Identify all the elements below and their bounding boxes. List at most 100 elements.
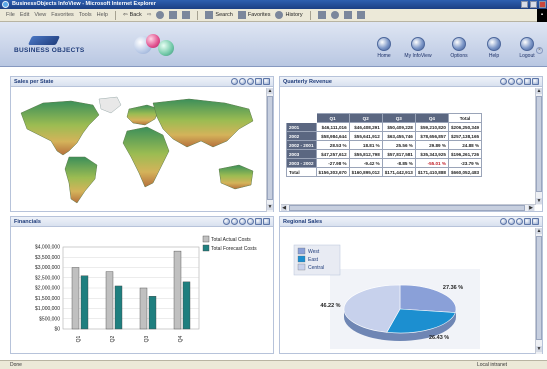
scroll-down-icon[interactable]: ▼: [267, 204, 273, 210]
panel-edit-icon[interactable]: [231, 218, 238, 225]
y-tick-label: $2,500,000: [35, 275, 60, 281]
column-header[interactable]: Q4: [414, 113, 449, 123]
panel-help-icon[interactable]: [516, 218, 523, 225]
forward-arrow-icon[interactable]: ⇨: [147, 12, 152, 18]
bar-actual-q1[interactable]: [71, 267, 80, 330]
panel-help-icon[interactable]: [239, 218, 246, 225]
panel-minimize-icon[interactable]: [524, 78, 531, 85]
scroll-thumb[interactable]: [536, 96, 542, 192]
scroll-thumb[interactable]: [289, 205, 525, 211]
map-africa[interactable]: [122, 126, 170, 188]
ie-logo-icon: [2, 1, 9, 8]
stop-icon[interactable]: [156, 11, 165, 19]
mail-icon[interactable]: [317, 11, 326, 19]
map-australia[interactable]: [218, 164, 254, 190]
bar-actual-q2[interactable]: [105, 271, 114, 330]
menu-file[interactable]: File: [6, 12, 15, 18]
map-greenland[interactable]: [98, 96, 122, 114]
panel-minimize-icon[interactable]: [255, 218, 262, 225]
home-browser-icon[interactable]: [182, 11, 191, 19]
scroll-up-icon[interactable]: ▲: [536, 228, 542, 234]
panel-refresh-icon[interactable]: [500, 78, 507, 85]
scroll-thumb[interactable]: [536, 236, 542, 340]
nav-my-infoview[interactable]: My InfoView: [400, 37, 436, 59]
row-header[interactable]: 2003: [286, 149, 317, 159]
panel-info-icon[interactable]: [247, 218, 254, 225]
scroll-left-icon[interactable]: ◀: [281, 205, 287, 211]
business-objects-logo[interactable]: BUSINESS OBJECTS: [14, 36, 94, 56]
menu-favorites[interactable]: Favorites: [51, 12, 74, 18]
column-header[interactable]: Total: [447, 113, 483, 123]
panel-edit-icon[interactable]: [508, 218, 515, 225]
menu-tools[interactable]: Tools: [79, 12, 92, 18]
nav-help[interactable]: Help: [476, 37, 512, 59]
bar-actual-q4[interactable]: [173, 250, 182, 330]
maximize-button[interactable]: [530, 1, 537, 8]
favorites-button[interactable]: Favorites: [237, 11, 270, 19]
scroll-up-icon[interactable]: ▲: [267, 88, 273, 94]
pie-vertical-scrollbar[interactable]: ▲ ▼: [535, 228, 542, 354]
map-asia[interactable]: [152, 98, 254, 148]
close-portal-icon[interactable]: ×: [536, 47, 543, 54]
bar-forecast-q3[interactable]: [148, 295, 157, 330]
bar-forecast-q4[interactable]: [182, 281, 191, 330]
panel-edit-icon[interactable]: [239, 78, 246, 85]
scroll-up-icon[interactable]: ▲: [536, 88, 542, 94]
regional-sales-pie-chart[interactable]: 27.36 % 26.43 % 46.22 % West East Central: [280, 229, 530, 353]
back-button[interactable]: ⇦ Back: [123, 12, 142, 18]
menu-view[interactable]: View: [34, 12, 46, 18]
panel-minimize-icon[interactable]: [524, 218, 531, 225]
search-button[interactable]: Search: [205, 11, 233, 19]
scroll-thumb[interactable]: [267, 96, 273, 200]
history-button[interactable]: History: [275, 11, 303, 19]
map-vertical-scrollbar[interactable]: ▲ ▼: [266, 88, 273, 212]
panel-maximize-icon[interactable]: [532, 218, 539, 225]
decorative-orb-icon: [158, 40, 174, 56]
bar-forecast-q1[interactable]: [80, 275, 89, 330]
bar-forecast-q2[interactable]: [114, 285, 123, 330]
panel-refresh-icon[interactable]: [231, 78, 238, 85]
table-horizontal-scrollbar[interactable]: ◀ ▶: [281, 204, 535, 211]
panel-controls: [231, 78, 270, 85]
world-map[interactable]: [13, 95, 265, 207]
minimize-button[interactable]: [521, 1, 528, 8]
panel-maximize-icon[interactable]: [532, 78, 539, 85]
scroll-down-icon[interactable]: ▼: [536, 346, 542, 352]
panel-help-icon[interactable]: [516, 78, 523, 85]
x-tick-label: Q2: [110, 335, 116, 342]
table-vertical-scrollbar[interactable]: ▲ ▼: [535, 88, 542, 205]
panel-help-icon[interactable]: [247, 78, 254, 85]
discuss-icon[interactable]: [356, 11, 365, 19]
scroll-right-icon[interactable]: ▶: [528, 205, 534, 211]
panel-minimize-icon[interactable]: [255, 78, 262, 85]
panel-refresh-icon[interactable]: [223, 218, 230, 225]
column-header[interactable]: Q1: [315, 113, 350, 123]
row-header[interactable]: 2003 - 2002: [286, 158, 317, 168]
menu-edit[interactable]: Edit: [20, 12, 29, 18]
edit-icon[interactable]: [343, 11, 352, 19]
panel-edit-icon[interactable]: [508, 78, 515, 85]
row-header[interactable]: 2002: [286, 131, 317, 141]
close-window-button[interactable]: [539, 1, 546, 8]
row-header[interactable]: Total: [286, 167, 317, 177]
financials-bar-chart[interactable]: $0 $500,000 $1,000,000 $1,500,000 $2,000,000…: [11, 229, 273, 353]
map-south-america[interactable]: [64, 156, 98, 204]
panel-maximize-icon[interactable]: [263, 218, 270, 225]
legend-swatch: [297, 263, 306, 271]
panel-refresh-icon[interactable]: [500, 218, 507, 225]
bar-actual-q3[interactable]: [139, 287, 148, 330]
scroll-down-icon[interactable]: ▼: [536, 198, 542, 204]
nav-options[interactable]: Options: [441, 37, 477, 59]
panel-maximize-icon[interactable]: [263, 78, 270, 85]
my-infoview-icon: [411, 37, 425, 51]
pie-slice-label: 46.22 %: [320, 303, 340, 309]
print-icon[interactable]: [330, 11, 339, 19]
row-header[interactable]: 2002 - 2001: [286, 140, 317, 150]
refresh-icon[interactable]: [169, 11, 178, 19]
column-header[interactable]: Q3: [381, 113, 416, 123]
menu-help[interactable]: Help: [97, 12, 108, 18]
column-header[interactable]: Q2: [348, 113, 383, 123]
map-north-america[interactable]: [20, 100, 100, 156]
nav-home[interactable]: Home: [366, 37, 402, 59]
row-header[interactable]: 2001: [286, 122, 317, 132]
